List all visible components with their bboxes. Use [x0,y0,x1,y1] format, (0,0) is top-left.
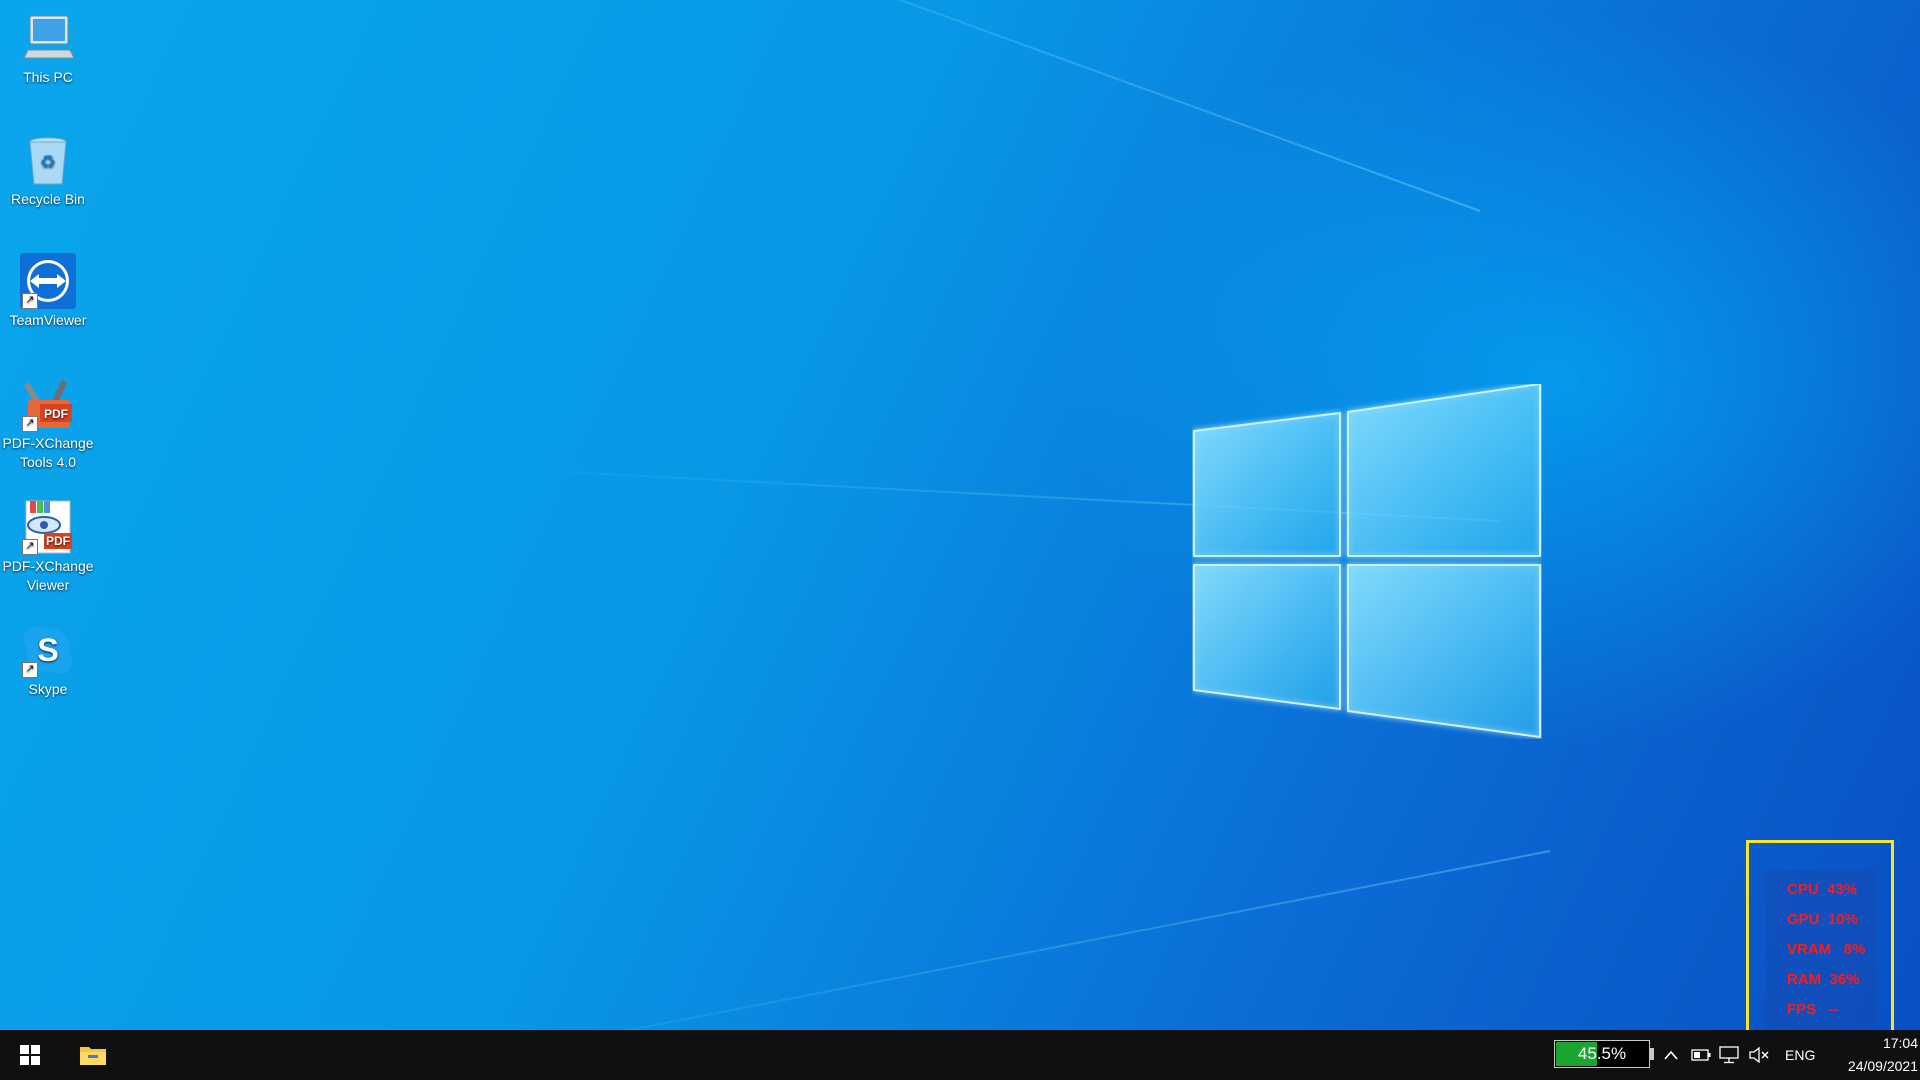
desktop-icon-label: Recycle Bin [11,191,85,207]
clock-time[interactable]: 17:04 [1850,1035,1918,1051]
input-language-indicator[interactable]: ENG [1785,1047,1815,1063]
desktop-icon-label: This PC [23,69,73,85]
chevron-up-icon [1664,1050,1678,1060]
battery-percent-text: 45.5% [1577,1044,1627,1063]
shortcut-arrow-icon: ↗ [22,293,38,309]
svg-text:♻: ♻ [40,152,56,172]
light-beam [322,850,1551,1030]
desktop-icon-skype[interactable]: S ↗ Skype [0,622,96,699]
windows-logo [1193,384,1541,739]
shortcut-arrow-icon: ↗ [22,662,38,678]
volume-muted-icon [1749,1047,1769,1063]
desktop-icon-label: Skype [28,681,68,697]
battery-tip [1650,1048,1654,1060]
folder-icon [80,1047,106,1065]
battery-meter[interactable]: 45.5% [1554,1040,1650,1068]
light-beam [258,0,1481,212]
overlay-ram-stat: RAM 36% [1787,971,1860,988]
desktop-icon-pdf-xchange-viewer[interactable]: PDF ↗ PDF-XChange Viewer [0,499,96,595]
pdf-badge-text: PDF [44,407,68,421]
overlay-fps-stat: FPS -- [1787,1001,1839,1018]
pdf-badge-text: PDF [46,534,70,548]
skype-letter: S [37,632,58,668]
desktop-icon-label: TeamViewer [9,312,87,328]
desktop-icon-teamviewer[interactable]: ↗ TeamViewer [0,253,96,330]
overlay-vram-stat: VRAM 8% [1787,941,1866,958]
network-tray-button[interactable] [1716,1030,1744,1080]
skype-icon: S ↗ [20,622,76,678]
pdf-xchange-tools-icon: PDF ↗ [20,376,76,432]
windows-start-icon [20,1045,40,1065]
logo-pane-bottom-right [1347,564,1541,739]
logo-pane-top-left [1193,411,1341,557]
volume-tray-button[interactable] [1746,1030,1774,1080]
recycle-bin-icon: ♻ [20,132,76,188]
pdf-xchange-viewer-icon: PDF ↗ [20,499,76,555]
battery-icon [1691,1049,1711,1061]
desktop-icon-label-line1: PDF-XChange [2,558,94,574]
desktop-icon-recycle-bin[interactable]: ♻ Recycle Bin [0,132,96,209]
logo-pane-top-right [1347,384,1541,557]
battery-tray-button[interactable] [1688,1030,1714,1080]
file-explorer-button[interactable] [68,1030,118,1080]
desktop-icon-this-pc[interactable]: This PC [0,10,96,87]
desktop-icon-pdf-xchange-tools[interactable]: PDF ↗ PDF-XChange Tools 4.0 [0,376,96,472]
overlay-gpu-stat: GPU 10% [1787,911,1858,928]
desktop-wallpaper [0,0,1920,1030]
desktop-icon-label-line2: Viewer [26,577,70,593]
desktop-icon-label-line1: PDF-XChange [2,435,94,451]
network-icon [1719,1046,1739,1064]
logo-pane-bottom-left [1193,564,1341,711]
computer-icon [20,10,76,66]
shortcut-arrow-icon: ↗ [22,416,38,432]
shortcut-arrow-icon: ↗ [22,539,38,555]
teamviewer-icon: ↗ [20,253,76,309]
clock-date[interactable]: 24/09/2021 [1826,1058,1918,1074]
start-button[interactable] [0,1030,60,1080]
desktop-icon-label-line2: Tools 4.0 [19,454,77,470]
show-hidden-icons-button[interactable] [1658,1030,1684,1080]
overlay-cpu-stat: CPU 43% [1787,881,1858,898]
